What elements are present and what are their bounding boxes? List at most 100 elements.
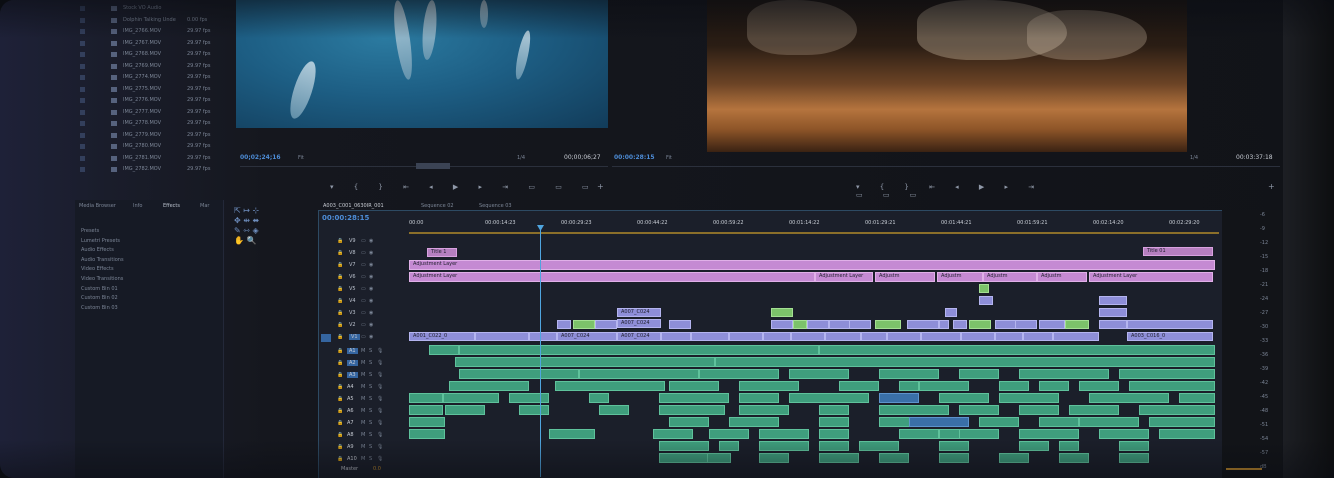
project-list-item[interactable]: IMG_2781.MOV 29.97 fps <box>75 154 225 164</box>
timeline-clip[interactable] <box>759 453 789 463</box>
timeline-clip[interactable] <box>909 417 969 427</box>
timeline-clip[interactable] <box>819 405 849 415</box>
eye-icon[interactable]: ◉ <box>369 286 373 292</box>
timeline-clip[interactable] <box>875 320 901 329</box>
project-list-item[interactable]: IMG_2778.MOV 29.97 fps <box>75 119 225 129</box>
source-patch[interactable] <box>321 322 331 330</box>
timeline-clip[interactable] <box>839 381 879 391</box>
sync-icon[interactable]: ▭ <box>361 262 366 268</box>
project-list-item[interactable]: IMG_2779.MOV 29.97 fps <box>75 131 225 141</box>
timeline-clip[interactable]: Title 1 <box>427 248 457 257</box>
lock-icon[interactable]: 🔒 <box>337 348 343 354</box>
timeline-clip[interactable] <box>1159 429 1215 439</box>
solo-icon[interactable]: S <box>369 408 372 414</box>
effects-folder-item[interactable]: Video Effects <box>81 266 114 272</box>
timeline-clip[interactable] <box>939 393 989 403</box>
tab-info[interactable]: Info <box>133 203 142 209</box>
timeline-clip[interactable]: Adjustm <box>1037 272 1087 282</box>
timeline-clip[interactable] <box>759 429 809 439</box>
timeline-clip[interactable] <box>999 393 1059 403</box>
mute-icon[interactable]: M <box>361 360 365 366</box>
timeline-clip[interactable] <box>1019 369 1109 379</box>
sync-icon[interactable]: ▭ <box>361 322 366 328</box>
timeline-clip[interactable] <box>939 320 949 329</box>
timeline-clip[interactable] <box>919 381 969 391</box>
timeline-clip[interactable] <box>653 429 693 439</box>
timeline-clip[interactable] <box>659 393 729 403</box>
timeline-clip[interactable] <box>879 393 919 403</box>
sync-icon[interactable]: ▭ <box>361 250 366 256</box>
timeline-clip[interactable] <box>819 417 849 427</box>
timeline-clip[interactable] <box>1099 308 1127 317</box>
timeline-clip[interactable] <box>1119 441 1149 451</box>
timeline-clip[interactable] <box>1079 417 1139 427</box>
timeline-clip[interactable] <box>825 332 861 341</box>
timeline-clip[interactable] <box>899 429 939 439</box>
timeline-clip[interactable] <box>549 429 595 439</box>
timeline-clip[interactable] <box>429 345 459 355</box>
timeline-clip[interactable] <box>849 320 871 329</box>
eye-icon[interactable]: ◉ <box>369 322 373 328</box>
lock-icon[interactable]: 🔒 <box>337 456 343 462</box>
timeline-clip[interactable] <box>699 369 779 379</box>
lock-icon[interactable]: 🔒 <box>337 396 343 402</box>
lock-icon[interactable]: 🔒 <box>337 322 343 328</box>
timeline-clip[interactable] <box>1099 429 1149 439</box>
timeline-clip[interactable] <box>659 441 709 451</box>
timeline-clip[interactable] <box>729 332 763 341</box>
video-track-header[interactable]: 🔒 V8 ▭ ◉ <box>321 249 407 259</box>
timeline-clip[interactable] <box>739 405 789 415</box>
mute-icon[interactable]: M <box>361 432 365 438</box>
timeline-clip[interactable] <box>907 320 939 329</box>
audio-track-header[interactable]: 🔒 A5 M S 🎙 <box>321 395 407 405</box>
lock-icon[interactable]: 🔒 <box>337 286 343 292</box>
timeline-clip[interactable] <box>1139 405 1215 415</box>
timeline-clip[interactable] <box>959 369 999 379</box>
mute-icon[interactable]: M <box>361 444 365 450</box>
audio-track-header[interactable]: 🔒 A7 M S 🎙 <box>321 419 407 429</box>
project-list-item[interactable]: IMG_2780.MOV 29.97 fps <box>75 142 225 152</box>
timeline-clip[interactable] <box>449 381 529 391</box>
timeline-clip[interactable] <box>707 453 731 463</box>
effects-folder-item[interactable]: Custom Bin 01 <box>81 286 118 292</box>
effects-folder-item[interactable]: Presets <box>81 228 99 234</box>
timeline-clip[interactable] <box>1039 417 1079 427</box>
lock-icon[interactable]: 🔒 <box>337 408 343 414</box>
timeline-clip[interactable] <box>739 393 779 403</box>
timeline-clip[interactable] <box>1019 405 1059 415</box>
tool-icons[interactable]: ⇱ ↦ ⊹ ✥ ⇹ ⬌ ✎ ⇿ ◈ ✋ 🔍 <box>234 206 259 246</box>
tab-markers[interactable]: Mar <box>200 203 209 209</box>
mic-icon[interactable]: 🎙 <box>377 396 383 402</box>
timeline-clip[interactable] <box>859 441 899 451</box>
lock-icon[interactable]: 🔒 <box>337 238 343 244</box>
timeline-clip[interactable] <box>763 332 791 341</box>
source-resolution-select[interactable]: 1/4 <box>517 155 525 161</box>
timeline-clip[interactable] <box>589 393 609 403</box>
timeline-clip[interactable] <box>1019 441 1049 451</box>
source-patch[interactable] <box>321 286 331 294</box>
solo-icon[interactable]: S <box>369 360 372 366</box>
source-zoom-handle[interactable] <box>416 163 450 169</box>
timeline-clip[interactable] <box>759 441 809 451</box>
timeline-clip[interactable]: Title 01 <box>1143 247 1213 256</box>
audio-track-header[interactable]: 🔒 A4 M S 🎙 <box>321 383 407 393</box>
timeline-clip[interactable] <box>557 320 571 329</box>
lock-icon[interactable]: 🔒 <box>337 360 343 366</box>
program-scrub-bar[interactable] <box>612 166 1280 167</box>
timeline-clip[interactable] <box>961 332 995 341</box>
mic-icon[interactable]: 🎙 <box>377 432 383 438</box>
source-patch[interactable] <box>321 298 331 306</box>
playhead[interactable] <box>540 225 541 477</box>
timeline-clip[interactable] <box>959 405 999 415</box>
mic-icon[interactable]: 🎙 <box>377 444 383 450</box>
timeline-clip[interactable] <box>953 320 967 329</box>
effects-folder-item[interactable]: Audio Transitions <box>81 257 124 263</box>
timeline-clip[interactable] <box>691 332 729 341</box>
timeline-clip[interactable] <box>939 453 969 463</box>
sync-icon[interactable]: ▭ <box>361 334 366 340</box>
timeline-clip[interactable] <box>1053 332 1099 341</box>
sync-icon[interactable]: ▭ <box>361 238 366 244</box>
eye-icon[interactable]: ◉ <box>369 274 373 280</box>
video-track-header[interactable]: 🔒 V6 ▭ ◉ <box>321 273 407 283</box>
timeline-clip[interactable] <box>1119 453 1149 463</box>
